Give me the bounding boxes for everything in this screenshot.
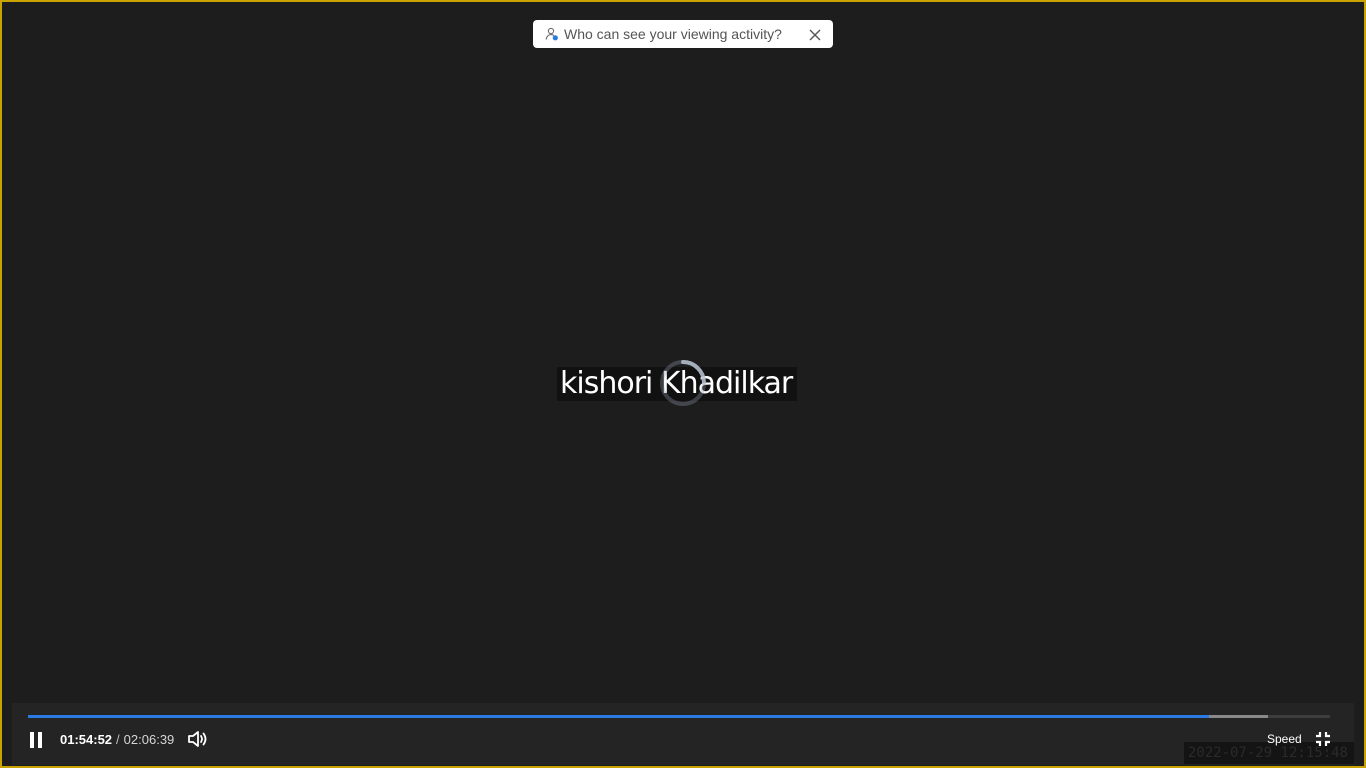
time-separator: / (116, 732, 120, 747)
close-icon[interactable] (809, 28, 821, 41)
seek-bar-played (28, 715, 1209, 718)
pause-icon (30, 732, 42, 748)
volume-icon (188, 731, 207, 747)
total-time: 02:06:39 (123, 732, 175, 747)
speed-button[interactable]: Speed (1267, 731, 1302, 747)
user-visibility-icon (545, 27, 559, 41)
viewing-activity-notice-text[interactable]: Who can see your viewing activity? (564, 26, 809, 42)
current-time: 01:54:52 (60, 732, 113, 747)
exit-fullscreen-button[interactable] (1315, 731, 1331, 747)
loading-spinner-icon (660, 360, 706, 406)
time-display: 01:54:52/02:06:39 (60, 731, 174, 749)
seek-bar[interactable] (28, 715, 1330, 718)
video-player[interactable]: Who can see your viewing activity? kisho… (0, 0, 1366, 768)
pause-button[interactable] (26, 730, 46, 750)
viewing-activity-notice[interactable]: Who can see your viewing activity? (533, 20, 833, 48)
exit-fullscreen-icon (1316, 732, 1330, 746)
player-control-bar: 01:54:52/02:06:39 2022-07-29 12:15:48 Sp… (12, 703, 1354, 765)
volume-button[interactable] (187, 729, 209, 749)
